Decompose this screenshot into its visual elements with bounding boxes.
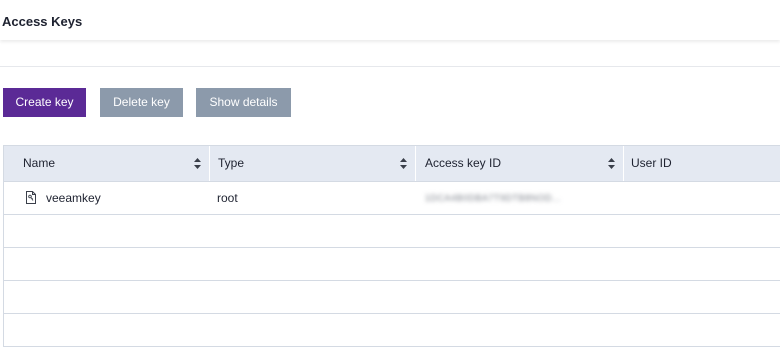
column-header-name[interactable]: Name bbox=[4, 146, 210, 181]
key-file-icon bbox=[26, 191, 36, 204]
access-key-id-redacted: 1DCA4B0DBA7T9DTB8NOD... bbox=[425, 193, 562, 203]
column-label: Access key ID bbox=[425, 156, 502, 170]
sort-icon[interactable] bbox=[194, 158, 201, 169]
table-row-empty bbox=[4, 281, 780, 314]
create-key-button[interactable]: Create key bbox=[3, 88, 86, 117]
sort-icon[interactable] bbox=[608, 158, 615, 169]
table-header: Name Type Access key ID User ID bbox=[4, 145, 780, 182]
sort-icon[interactable] bbox=[400, 158, 407, 169]
column-header-user-id[interactable]: User ID bbox=[624, 146, 780, 181]
table-row[interactable]: veeamkey root 1DCA4B0DBA7T9DTB8NOD... bbox=[4, 182, 780, 215]
column-label: Name bbox=[23, 156, 56, 170]
page-title: Access Keys bbox=[2, 14, 83, 29]
column-label: User ID bbox=[631, 156, 672, 170]
key-name: veeamkey bbox=[46, 191, 101, 205]
table-row-empty bbox=[4, 215, 780, 248]
table-row-empty bbox=[4, 248, 780, 281]
delete-key-button[interactable]: Delete key bbox=[100, 88, 183, 117]
key-type: root bbox=[217, 191, 238, 205]
show-details-button[interactable]: Show details bbox=[196, 88, 291, 117]
page-header: Access Keys bbox=[0, 0, 780, 40]
column-header-type[interactable]: Type bbox=[210, 146, 416, 181]
table-row-empty bbox=[4, 314, 780, 347]
column-label: Type bbox=[218, 156, 245, 170]
divider bbox=[0, 66, 780, 67]
access-keys-table: Name Type Access key ID User ID veeamkey… bbox=[3, 145, 780, 347]
column-header-access-key-id[interactable]: Access key ID bbox=[416, 146, 624, 181]
